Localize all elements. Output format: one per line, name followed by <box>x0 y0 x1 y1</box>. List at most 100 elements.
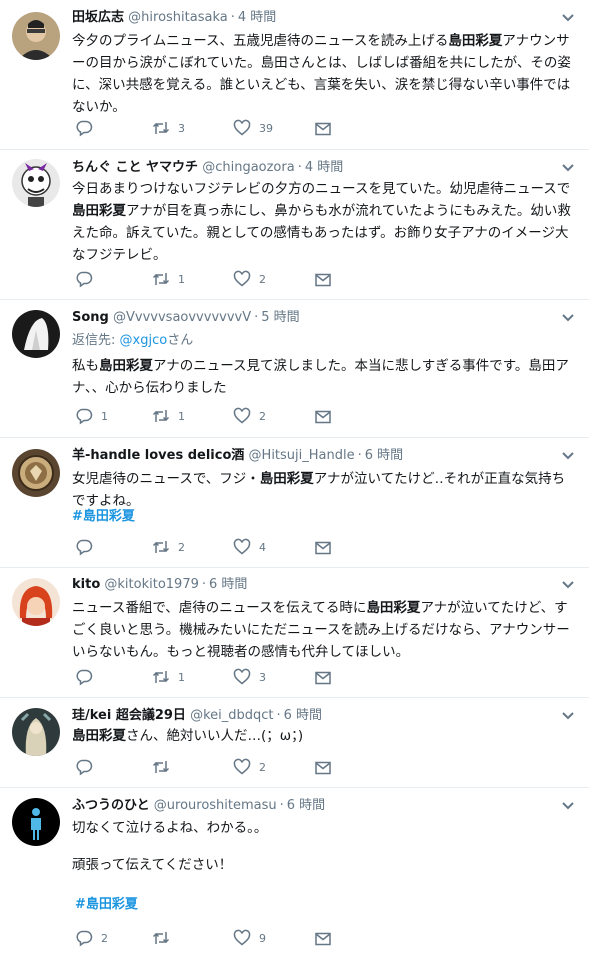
timestamp[interactable]: 6 時間 <box>287 798 325 813</box>
display-name[interactable]: 田坂広志 <box>72 10 124 25</box>
retweet-button[interactable] <box>152 758 178 776</box>
tweet-text: 切なくて泣けるよね、わかる。。 <box>72 820 268 836</box>
user-handle[interactable]: @VvvvvsaovvvvvvvV <box>113 310 251 325</box>
reply-button[interactable]: 2 <box>75 929 108 947</box>
direct-message-button[interactable] <box>314 408 332 426</box>
avatar[interactable] <box>12 12 60 60</box>
envelope-icon <box>315 541 331 555</box>
direct-message-button[interactable] <box>314 539 332 557</box>
separator-dot: · <box>201 577 206 592</box>
tweet-text: 今日あまりつけないフジテレビの夕方のニュースを見ていた。幼児虐待ニュースで島田彩… <box>72 181 571 263</box>
retweet-button[interactable]: 1 <box>152 407 185 425</box>
timestamp[interactable]: 4 時間 <box>238 10 276 25</box>
heart-icon <box>233 929 251 946</box>
display-name[interactable]: Song <box>72 310 109 325</box>
tweet[interactable]: ちんぐ こと ヤマウチ @chingaozora · 4 時間 今日あまりつけないフ… <box>0 150 589 300</box>
retweet-count: 1 <box>178 272 185 286</box>
tweet-text-paragraph: 頑張って伝えてください！ <box>72 857 233 873</box>
retweet-button[interactable]: 1 <box>152 668 185 686</box>
tweet[interactable]: ふつうのひと @urouroshitemasu · 6 時間 切なくて泣けるよね、わ… <box>0 788 589 956</box>
reply-button[interactable] <box>75 538 101 556</box>
user-handle[interactable]: @kitokito1979 <box>104 577 198 592</box>
timestamp[interactable]: 6 時間 <box>284 708 322 723</box>
like-button[interactable]: 39 <box>233 119 273 137</box>
chevron-down-icon[interactable] <box>561 801 575 811</box>
avatar[interactable] <box>12 310 60 358</box>
user-handle[interactable]: @chingaozora <box>202 160 295 175</box>
heart-icon <box>233 758 251 775</box>
retweet-icon <box>152 932 170 944</box>
chevron-down-icon[interactable] <box>561 13 575 23</box>
avatar[interactable] <box>12 578 60 626</box>
chevron-down-icon[interactable] <box>561 711 575 721</box>
heart-icon <box>233 407 251 424</box>
reply-to-handle[interactable]: @xgjco <box>120 333 168 348</box>
like-button[interactable]: 4 <box>233 538 266 556</box>
reply-button[interactable] <box>75 270 101 288</box>
retweet-button[interactable]: 2 <box>152 538 185 556</box>
retweet-button[interactable]: 1 <box>152 270 185 288</box>
direct-message-button[interactable] <box>314 930 332 948</box>
display-name[interactable]: ちんぐ こと ヤマウチ <box>72 160 198 175</box>
tweet-header: ちんぐ こと ヤマウチ @chingaozora · 4 時間 <box>72 159 551 177</box>
heart-icon <box>233 668 251 685</box>
reply-icon <box>76 669 93 686</box>
chevron-down-icon[interactable] <box>561 451 575 461</box>
like-button[interactable]: 3 <box>233 668 266 686</box>
retweet-icon <box>152 541 170 553</box>
reply-button[interactable] <box>75 758 101 776</box>
user-handle[interactable]: @Hitsuji_Handle <box>249 448 355 463</box>
chevron-down-icon[interactable] <box>561 580 575 590</box>
timestamp[interactable]: 6 時間 <box>209 577 247 592</box>
like-count: 2 <box>259 760 266 774</box>
direct-message-button[interactable] <box>314 759 332 777</box>
keyword-highlight: 島田彩夏 <box>72 203 126 219</box>
timestamp[interactable]: 4 時間 <box>305 160 343 175</box>
direct-message-button[interactable] <box>314 669 332 687</box>
reply-button[interactable]: 1 <box>75 407 108 425</box>
retweet-button[interactable]: 3 <box>152 119 185 137</box>
user-handle[interactable]: @kei_dbdqct <box>190 708 273 723</box>
tweet[interactable]: 田坂広志 @hiroshitasaka · 4 時間 今夕のプライムニュース、五歳児… <box>0 0 589 150</box>
avatar[interactable] <box>12 708 60 756</box>
hashtag-link[interactable]: #島田彩夏 <box>72 508 135 526</box>
retweet-count: 3 <box>178 121 185 135</box>
display-name[interactable]: ふつうのひと <box>72 798 150 813</box>
separator-dot: · <box>357 448 362 463</box>
chevron-down-icon[interactable] <box>561 313 575 323</box>
direct-message-button[interactable] <box>314 271 332 289</box>
avatar[interactable] <box>12 159 60 207</box>
reply-to-suffix: さん <box>167 333 194 348</box>
heart-icon <box>233 270 251 287</box>
tweet-text: 島田彩夏さん、絶対いい人だ…(；ω；) <box>72 728 304 744</box>
reply-button[interactable] <box>75 668 101 686</box>
separator-dot: · <box>230 10 235 25</box>
like-button[interactable]: 9 <box>233 929 266 947</box>
avatar[interactable] <box>12 798 60 846</box>
display-name[interactable]: 珪/kei 超会議29日 <box>72 708 186 723</box>
tweet[interactable]: Song @VvvvvsaovvvvvvvV · 5 時間 返信先: @xgjcoさ… <box>0 300 589 438</box>
retweet-button[interactable] <box>152 929 178 947</box>
avatar[interactable] <box>12 449 60 497</box>
tweet[interactable]: 羊-handle loves delico酒 @Hitsuji_Handle · 6… <box>0 438 589 568</box>
like-button[interactable]: 2 <box>233 270 266 288</box>
tweet[interactable]: 珪/kei 超会議29日 @kei_dbdqct · 6 時間 島田彩夏さん、絶対い… <box>0 698 589 788</box>
hashtag-link[interactable]: #島田彩夏 <box>75 896 138 914</box>
reply-context: 返信先: @xgjcoさん <box>72 332 193 350</box>
tweet[interactable]: kito @kitokito1979 · 6 時間 ニュース番組で、虐待のニュースを… <box>0 568 589 698</box>
chevron-down-icon[interactable] <box>561 163 575 173</box>
timestamp[interactable]: 5 時間 <box>261 310 299 325</box>
timestamp[interactable]: 6 時間 <box>365 448 403 463</box>
display-name[interactable]: 羊-handle loves delico酒 <box>72 448 244 463</box>
reply-count: 2 <box>101 931 108 945</box>
reply-button[interactable] <box>75 119 101 137</box>
tweet-header: 羊-handle loves delico酒 @Hitsuji_Handle · 6… <box>72 447 551 465</box>
direct-message-button[interactable] <box>314 120 332 138</box>
like-button[interactable]: 2 <box>233 758 266 776</box>
display-name[interactable]: kito <box>72 577 100 592</box>
user-handle[interactable]: @hiroshitasaka <box>128 10 228 25</box>
like-button[interactable]: 2 <box>233 407 266 425</box>
tweet-header: 田坂広志 @hiroshitasaka · 4 時間 <box>72 9 551 27</box>
tweet-text: ニュース番組で、虐待のニュースを伝えてる時に島田彩夏アナが泣いてたけど、すごく良… <box>72 600 570 660</box>
user-handle[interactable]: @urouroshitemasu <box>154 798 277 813</box>
